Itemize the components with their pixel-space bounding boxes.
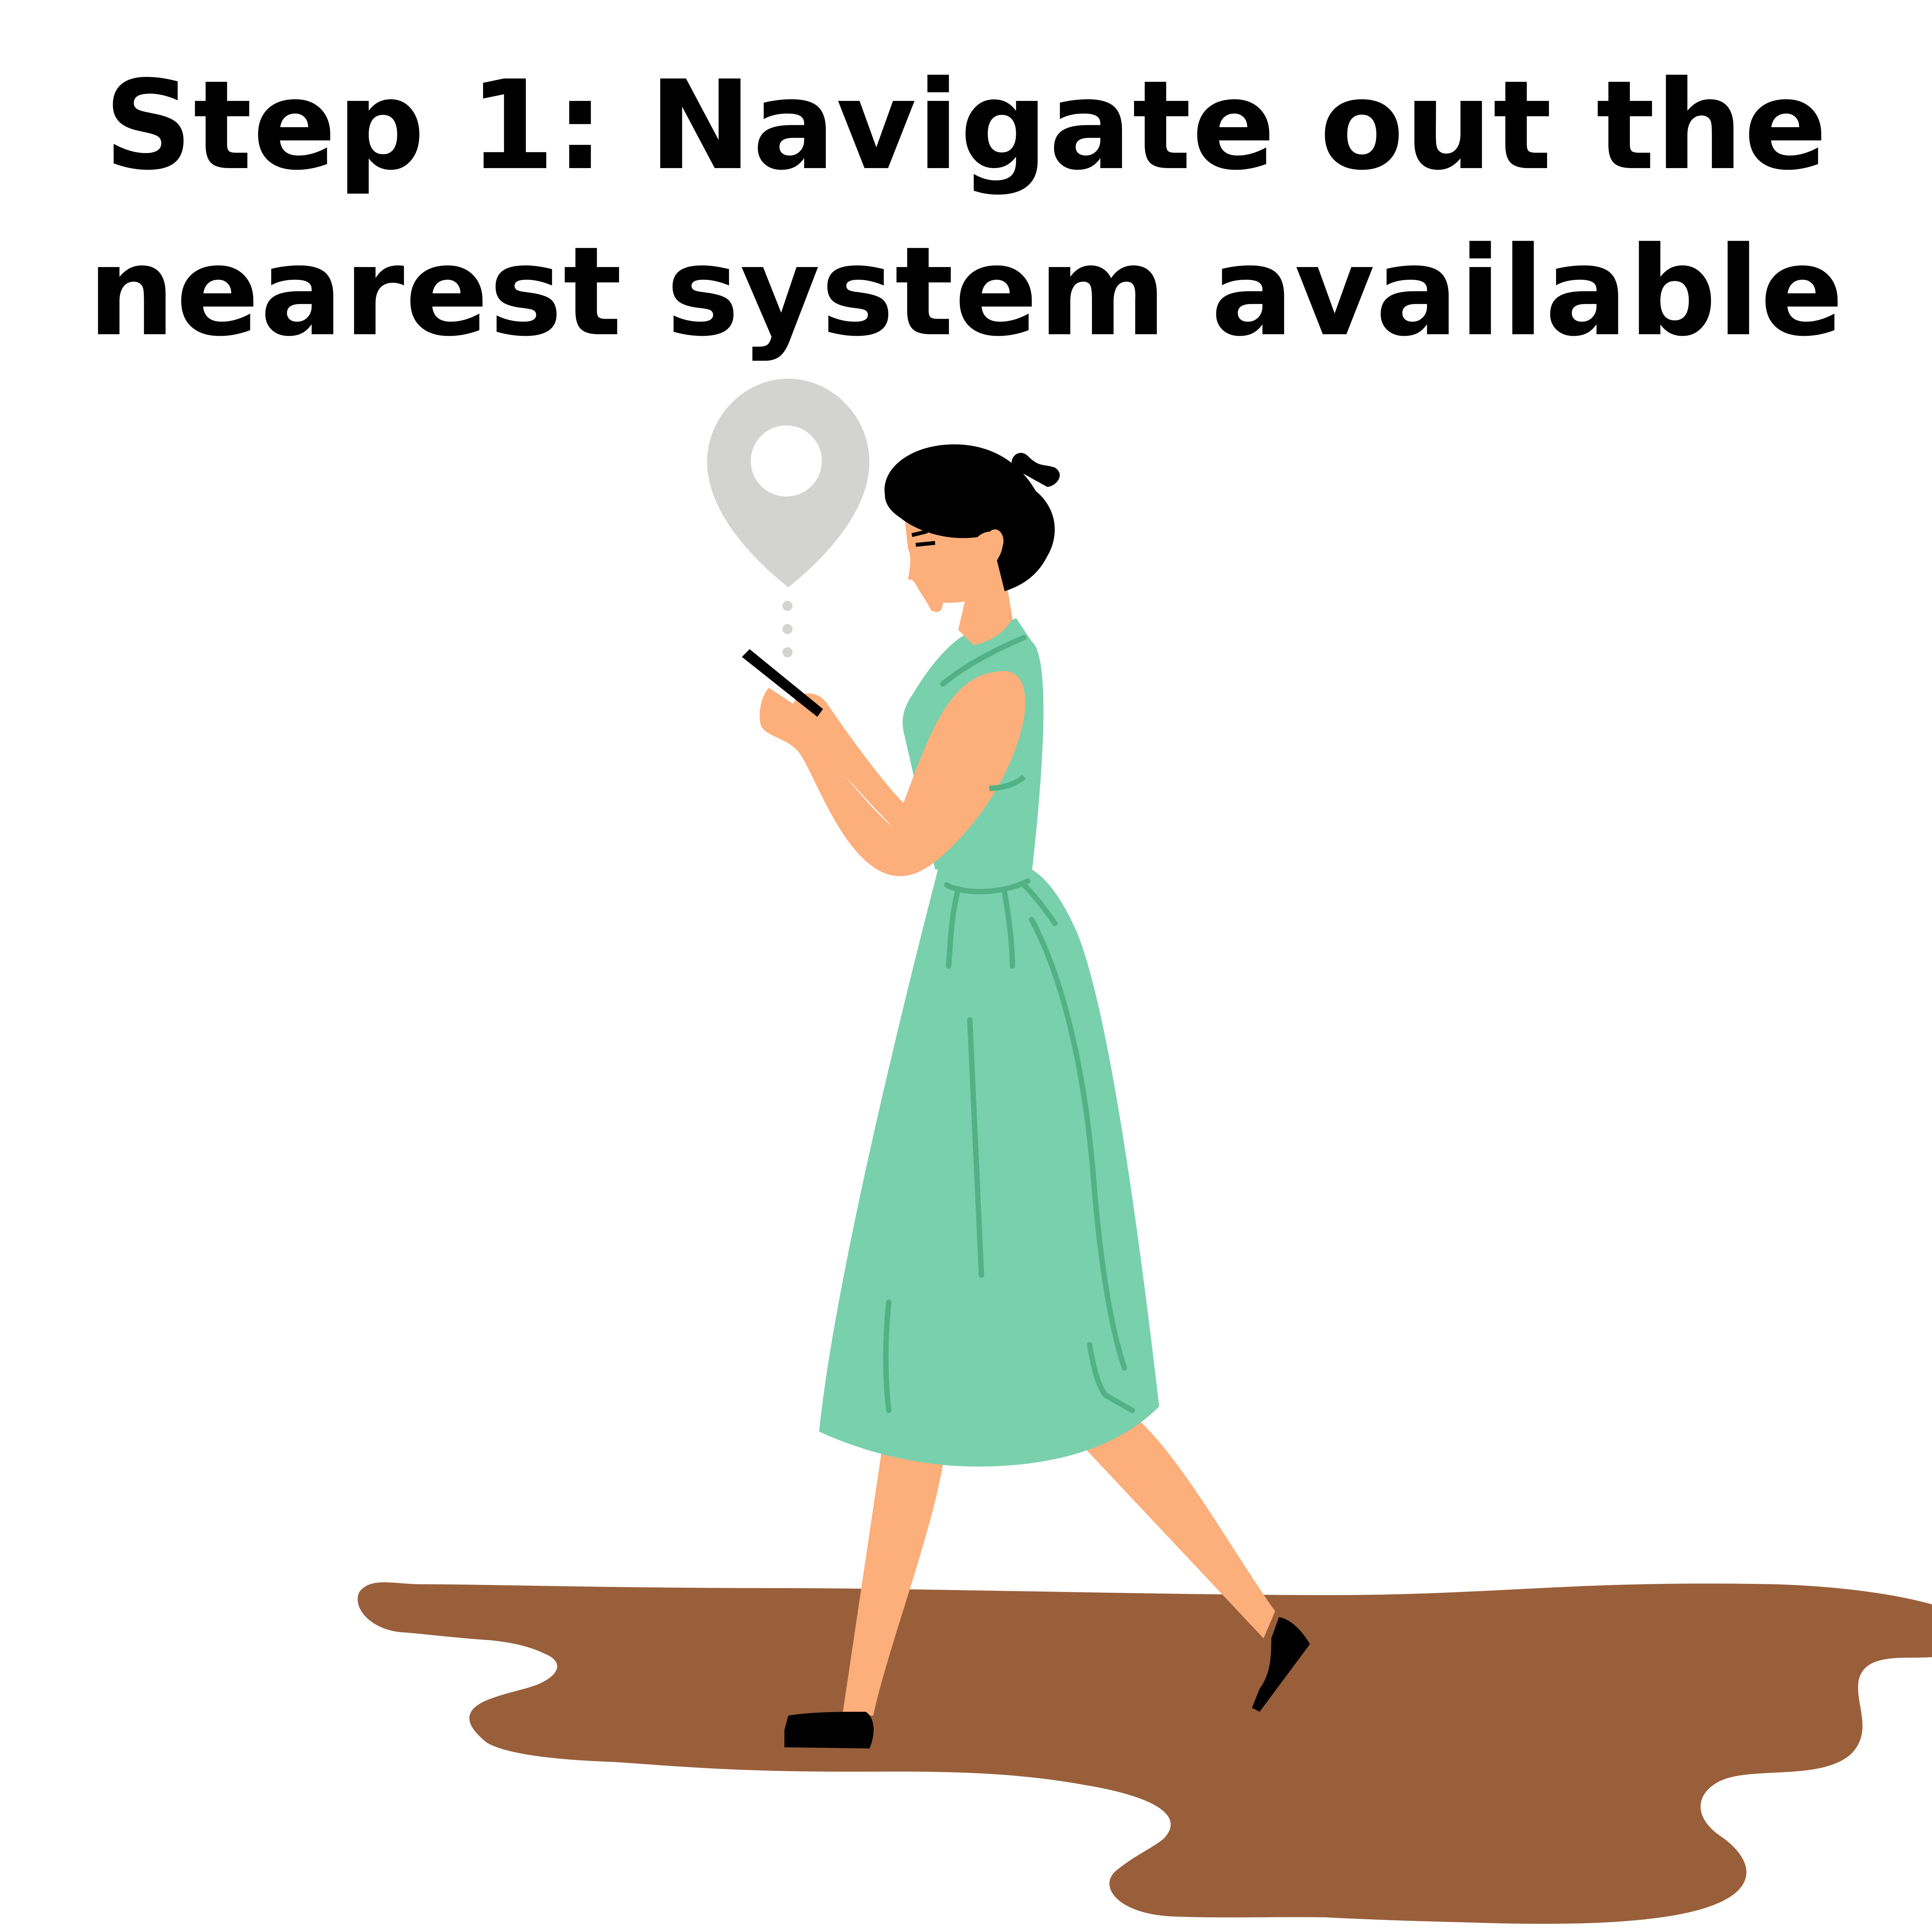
puddle: [357, 1582, 1932, 1924]
dress-skirt: [819, 866, 1159, 1467]
back-shoe: [784, 1712, 874, 1748]
location-pin-icon: [707, 379, 869, 657]
eye: [915, 541, 935, 547]
illustration: [357, 379, 1932, 1924]
ear: [986, 529, 1003, 553]
